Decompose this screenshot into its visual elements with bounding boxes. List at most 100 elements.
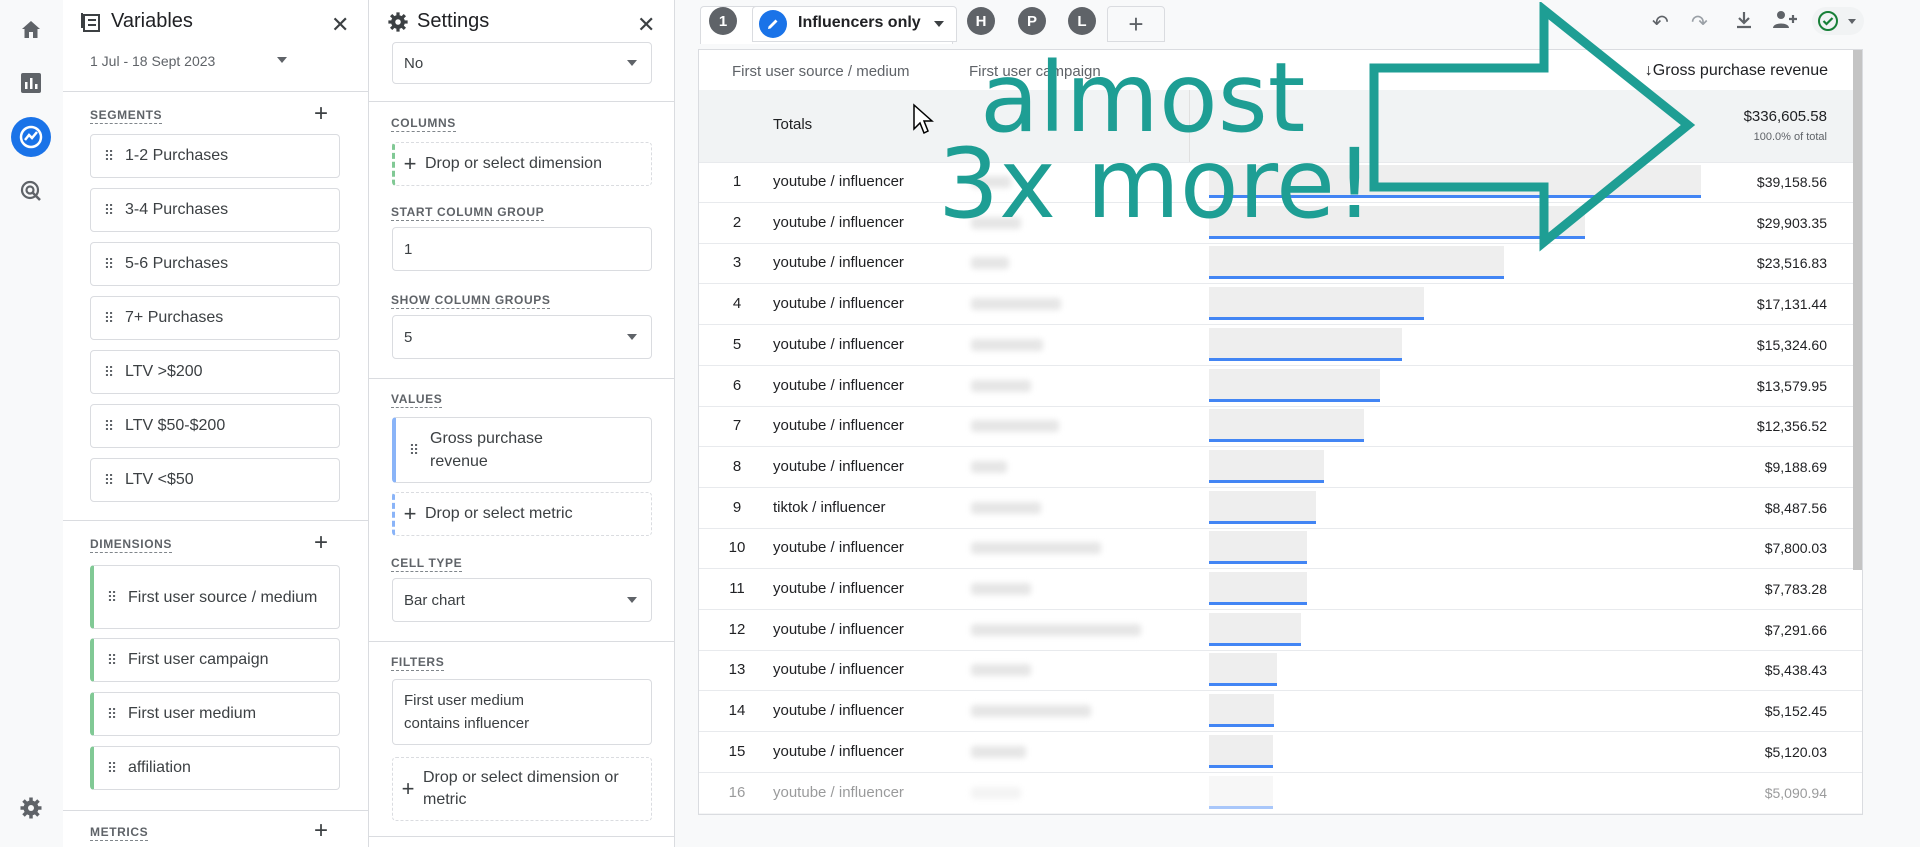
- comparison-badge-h[interactable]: H: [967, 7, 995, 35]
- table-row[interactable]: 12 youtube / influencer $7,291.66: [699, 610, 1862, 651]
- segment-chip[interactable]: ⠿ 5-6 Purchases: [90, 242, 340, 286]
- add-metric-plus-icon[interactable]: +: [314, 819, 328, 843]
- start-column-group-input[interactable]: 1: [392, 227, 652, 271]
- top-select[interactable]: No: [392, 42, 652, 84]
- row-revenue: $39,158.56: [1756, 174, 1827, 190]
- segment-chip-label: LTV $50-$200: [125, 417, 226, 434]
- drag-handle-icon[interactable]: ⠿: [94, 589, 128, 606]
- drag-handle-icon[interactable]: ⠿: [94, 760, 128, 777]
- dimension-chip-campaign[interactable]: ⠿ First user campaign: [90, 638, 340, 682]
- segment-chip[interactable]: ⠿ 1-2 Purchases: [90, 134, 340, 178]
- add-tab-plus-icon[interactable]: +: [1107, 6, 1165, 42]
- drag-handle-icon[interactable]: ⠿: [91, 310, 125, 327]
- admin-gear-icon[interactable]: [11, 788, 51, 828]
- table-row[interactable]: 15 youtube / influencer $5,120.03: [699, 732, 1862, 773]
- divider: [63, 91, 368, 92]
- annotation-line-2: 3x more!: [938, 128, 1374, 240]
- close-icon[interactable]: ✕: [331, 12, 349, 38]
- dimension-chip-source-medium[interactable]: ⠿ First user source / medium: [90, 565, 340, 629]
- segment-chip[interactable]: ⠿ LTV >$200: [90, 350, 340, 394]
- dimension-chip-affiliation[interactable]: ⠿ affiliation: [90, 746, 340, 790]
- column-header-source-medium[interactable]: First user source / medium: [732, 63, 910, 80]
- redacted-campaign: [971, 542, 1101, 555]
- revenue-bar-bg: [1209, 694, 1274, 726]
- mouse-cursor-icon: [912, 103, 934, 140]
- row-index: 10: [728, 539, 746, 557]
- table-row[interactable]: 8 youtube / influencer $9,188.69: [699, 447, 1862, 488]
- segment-chip[interactable]: ⠿ LTV $50-$200: [90, 404, 340, 448]
- row-source-medium: youtube / influencer: [773, 620, 904, 638]
- redacted-campaign: [971, 338, 1043, 351]
- filter-chip[interactable]: First user medium contains influencer: [392, 679, 652, 745]
- table-row[interactable]: 11 youtube / influencer $7,783.28: [699, 569, 1862, 610]
- columns-label: COLUMNS: [391, 116, 456, 132]
- chevron-down-icon: [627, 334, 637, 340]
- drop-dimension-columns[interactable]: + Drop or select dimension: [392, 142, 652, 186]
- segment-chip[interactable]: ⠿ LTV <$50: [90, 458, 340, 502]
- status-check-menu[interactable]: [1812, 7, 1864, 35]
- row-revenue: $5,120.03: [1764, 743, 1827, 760]
- plus-icon: +: [403, 501, 417, 526]
- comparison-badge-p[interactable]: P: [1018, 7, 1046, 35]
- table-row[interactable]: 4 youtube / influencer $17,131.44: [699, 284, 1862, 326]
- table-row[interactable]: 5 youtube / influencer $15,324.60: [699, 325, 1862, 366]
- explore-icon[interactable]: [11, 117, 51, 157]
- row-source-medium: youtube / influencer: [773, 335, 904, 353]
- drag-handle-icon[interactable]: ⠿: [91, 472, 125, 489]
- totals-label: Totals: [773, 116, 813, 133]
- dimension-chip-medium[interactable]: ⠿ First user medium: [90, 692, 340, 736]
- advertising-icon[interactable]: [11, 171, 51, 211]
- row-index: 15: [728, 742, 746, 760]
- add-dimension-plus-icon[interactable]: +: [314, 531, 328, 555]
- pencil-icon[interactable]: [759, 10, 787, 38]
- drag-handle-icon[interactable]: ⠿: [94, 652, 128, 669]
- show-column-groups-select[interactable]: 5: [392, 315, 652, 359]
- add-segment-plus-icon[interactable]: +: [314, 102, 328, 126]
- drag-handle-icon[interactable]: ⠿: [396, 442, 430, 459]
- drag-handle-icon[interactable]: ⠿: [94, 706, 128, 723]
- home-icon[interactable]: [11, 10, 51, 50]
- drag-handle-icon[interactable]: ⠿: [91, 418, 125, 435]
- revenue-bar-bg: [1209, 327, 1402, 359]
- table-row[interactable]: 7 youtube / influencer $12,356.52: [699, 406, 1862, 448]
- chevron-down-icon[interactable]: [934, 21, 944, 27]
- row-source-medium: youtube / influencer: [773, 580, 904, 597]
- table-row[interactable]: 13 youtube / influencer $5,438.43: [699, 650, 1862, 692]
- table-row[interactable]: 9 tiktok / influencer $8,487.56: [699, 488, 1862, 529]
- date-range[interactable]: 1 Jul - 18 Sept 2023: [90, 53, 215, 69]
- row-source-medium: youtube / influencer: [773, 742, 904, 760]
- table-row[interactable]: 14 youtube / influencer $5,152.45: [699, 691, 1862, 733]
- close-icon[interactable]: ✕: [637, 12, 655, 38]
- table-row[interactable]: 16 youtube / influencer $5,090.94: [699, 773, 1862, 814]
- share-user-add-icon[interactable]: [1772, 9, 1798, 36]
- row-revenue: $12,356.52: [1756, 418, 1827, 435]
- table-scrollbar[interactable]: [1853, 50, 1862, 570]
- drag-handle-icon[interactable]: ⠿: [91, 202, 125, 219]
- tab-influencers-only[interactable]: Influencers only: [752, 6, 957, 42]
- drag-handle-icon[interactable]: ⠿: [91, 364, 125, 381]
- drop-dimension-or-metric-filters[interactable]: + Drop or select dimension or metric: [392, 757, 652, 821]
- segment-chip[interactable]: ⠿ 3-4 Purchases: [90, 188, 340, 232]
- row-index: 4: [732, 295, 742, 313]
- revenue-bar: [1209, 642, 1301, 646]
- cell-type-value: Bar chart: [404, 591, 465, 609]
- table-row[interactable]: 10 youtube / influencer $7,800.03: [699, 528, 1862, 570]
- tab-number-badge[interactable]: 1: [709, 7, 737, 35]
- reports-icon[interactable]: [11, 63, 51, 103]
- chevron-down-icon[interactable]: [277, 57, 287, 63]
- download-icon[interactable]: [1734, 10, 1754, 35]
- value-chip-gross-purchase-revenue[interactable]: ⠿ Gross purchase revenue: [392, 417, 652, 483]
- drop-dimension-text: Drop or select dimension: [425, 155, 602, 172]
- redacted-campaign: [971, 379, 1031, 392]
- table-row[interactable]: 6 youtube / influencer $13,579.95: [699, 366, 1862, 407]
- drag-handle-icon[interactable]: ⠿: [91, 256, 125, 273]
- revenue-bar: [1209, 724, 1274, 728]
- comparison-badge-l[interactable]: L: [1068, 7, 1096, 35]
- segment-chip[interactable]: ⠿ 7+ Purchases: [90, 296, 340, 340]
- cell-type-select[interactable]: Bar chart: [392, 578, 652, 622]
- revenue-bar: [1209, 439, 1364, 443]
- divider: [369, 378, 674, 379]
- row-source-medium: tiktok / influencer: [773, 498, 886, 516]
- drop-metric-values[interactable]: + Drop or select metric: [392, 492, 652, 536]
- drag-handle-icon[interactable]: ⠿: [91, 148, 125, 165]
